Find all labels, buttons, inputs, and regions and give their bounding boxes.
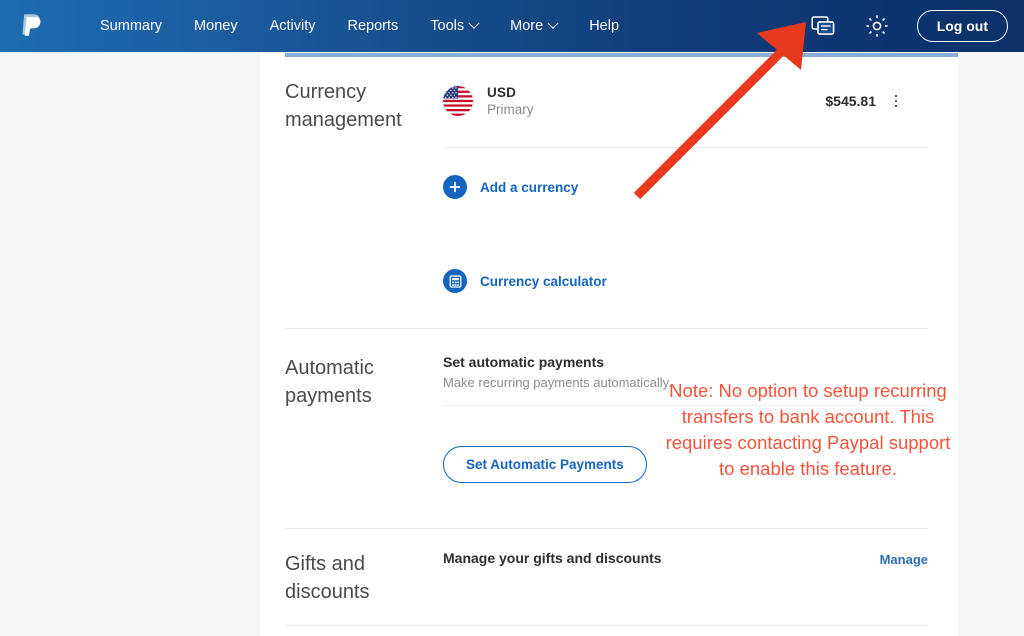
add-currency-button[interactable]: Add a currency	[443, 175, 578, 199]
us-flag-icon	[443, 86, 473, 116]
add-currency-label: Add a currency	[480, 179, 579, 195]
calculator-icon	[443, 269, 467, 293]
section-divider-3	[285, 625, 928, 626]
section-divider-1	[285, 328, 928, 329]
gifts-heading: Manage your gifts and discounts	[443, 550, 662, 566]
nav-item-reports[interactable]: Reports	[332, 12, 415, 40]
currency-calculator-label: Currency calculator	[480, 273, 607, 289]
plus-circle-icon	[443, 175, 467, 199]
nav-label: Activity	[269, 18, 316, 34]
nav-label: Summary	[100, 18, 163, 34]
nav-item-summary[interactable]: Summary	[84, 12, 178, 40]
gear-icon[interactable]	[863, 12, 891, 40]
manage-gifts-link[interactable]: Manage	[880, 552, 928, 567]
annotation-note-text: Note: No option to setup recurring trans…	[665, 380, 951, 479]
automatic-payments-heading: Set automatic payments	[443, 354, 605, 370]
logout-button[interactable]: Log out	[916, 10, 1008, 42]
currency-calculator-button[interactable]: Currency calculator	[443, 269, 607, 293]
gifts-body: Manage your gifts and discounts Manage	[443, 550, 928, 606]
currency-text: USD Primary	[487, 85, 534, 117]
section-title-gifts: Gifts and discounts	[285, 553, 370, 603]
currency-subtitle: Primary	[487, 102, 534, 117]
message-icon[interactable]	[809, 12, 837, 40]
kebab-menu-icon[interactable]	[888, 92, 904, 110]
currency-balance: $545.81	[825, 93, 876, 109]
nav-label: Tools	[430, 18, 465, 34]
nav-item-help[interactable]: Help	[573, 12, 635, 40]
currency-divider	[443, 147, 928, 148]
paypal-logo[interactable]	[18, 11, 44, 41]
nav-label: Reports	[347, 18, 399, 34]
nav-item-tools[interactable]: Tools	[414, 12, 494, 40]
section-currency-management: Currency management USD Primary $545.81 …	[285, 78, 928, 293]
section-gifts-and-discounts: Gifts and discounts Manage your gifts an…	[285, 550, 928, 606]
nav-item-activity[interactable]: Activity	[254, 12, 332, 40]
currency-code: USD	[487, 85, 517, 100]
currency-row-usd[interactable]: USD Primary $545.81	[443, 78, 928, 124]
header-actions: Log out	[809, 10, 1008, 42]
section-title-automatic-payments: Automatic payments	[285, 357, 374, 407]
nav-label: More	[510, 18, 544, 34]
scrolled-panel-edge	[285, 53, 958, 57]
page-body: Currency management USD Primary $545.81 …	[0, 52, 1024, 636]
chevron-down-icon	[547, 17, 559, 29]
nav-label: Money	[194, 18, 238, 34]
section-divider-2	[285, 528, 928, 529]
main-nav: Summary Money Activity Reports Tools Mor…	[84, 12, 635, 40]
set-automatic-payments-button[interactable]: Set Automatic Payments	[443, 446, 647, 483]
currency-section-body: USD Primary $545.81 Add a currency Curre…	[443, 78, 928, 293]
chevron-down-icon	[468, 17, 480, 29]
section-title-currency: Currency management	[285, 81, 402, 131]
nav-item-money[interactable]: Money	[178, 12, 254, 40]
top-navigation-bar: Summary Money Activity Reports Tools Mor…	[0, 0, 1024, 52]
nav-item-more[interactable]: More	[494, 12, 573, 40]
nav-label: Help	[589, 18, 620, 34]
